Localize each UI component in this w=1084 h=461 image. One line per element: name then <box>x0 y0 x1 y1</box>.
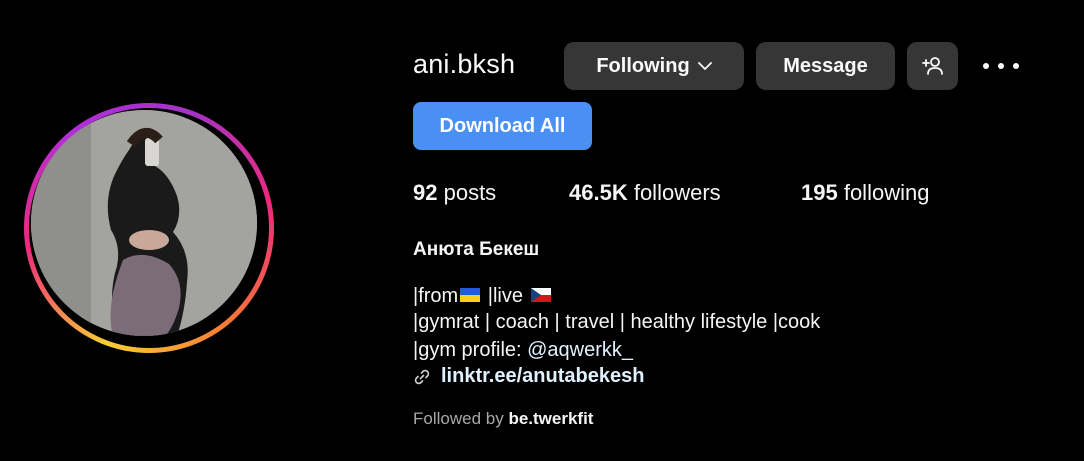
username: ani.bksh <box>413 49 516 79</box>
posts-stat: 92 posts <box>413 180 496 206</box>
following-count: 195 <box>801 180 838 205</box>
bio-line-3: |gym profile: @aqwerkk_ <box>413 339 633 362</box>
bio-link[interactable]: linktr.ee/anutabekesh <box>413 365 644 388</box>
following-label: following <box>837 180 930 205</box>
posts-label: posts <box>437 180 497 205</box>
bio-line-2: |gymrat | coach | travel | healthy lifes… <box>413 311 821 333</box>
message-button-label: Message <box>783 54 868 77</box>
followers-stat[interactable]: 46.5K followers <box>569 180 721 206</box>
chevron-down-icon <box>697 61 712 70</box>
download-all-label: Download All <box>439 114 566 137</box>
mention-link[interactable]: @aqwerkk_ <box>527 339 633 361</box>
more-dot <box>1013 63 1019 69</box>
add-user-button[interactable] <box>907 42 958 90</box>
followed-by-user[interactable]: be.twerkfit <box>508 409 593 428</box>
bio-line-1: |from |live <box>413 285 553 308</box>
more-dot <box>998 63 1004 69</box>
download-all-button[interactable]: Download All <box>413 102 592 150</box>
bio-live: |live <box>482 285 529 307</box>
bio-gym-profile-label: |gym profile: <box>413 339 528 361</box>
avatar[interactable] <box>31 110 257 336</box>
followers-label: followers <box>627 180 721 205</box>
full-name: Анюта Бекеш <box>413 239 540 260</box>
followers-count: 46.5K <box>569 180 628 205</box>
ukraine-flag-icon <box>460 288 481 303</box>
bio-link-text[interactable]: linktr.ee/anutabekesh <box>441 365 644 388</box>
message-button[interactable]: Message <box>756 42 895 90</box>
more-icon[interactable] <box>983 53 1019 79</box>
bio-from: |from <box>413 285 459 307</box>
avatar-photo <box>31 110 257 336</box>
link-icon <box>414 369 430 384</box>
story-ring[interactable] <box>24 103 274 353</box>
following-button[interactable]: Following <box>564 42 744 90</box>
followed-by[interactable]: Followed by be.twerkfit <box>413 409 593 429</box>
add-user-icon <box>921 57 943 75</box>
czech-flag-icon <box>530 288 551 303</box>
more-dot <box>983 63 989 69</box>
following-button-label: Following <box>596 54 690 77</box>
following-stat[interactable]: 195 following <box>801 180 929 206</box>
followed-by-label: Followed by <box>413 409 509 428</box>
posts-count: 92 <box>413 180 438 205</box>
